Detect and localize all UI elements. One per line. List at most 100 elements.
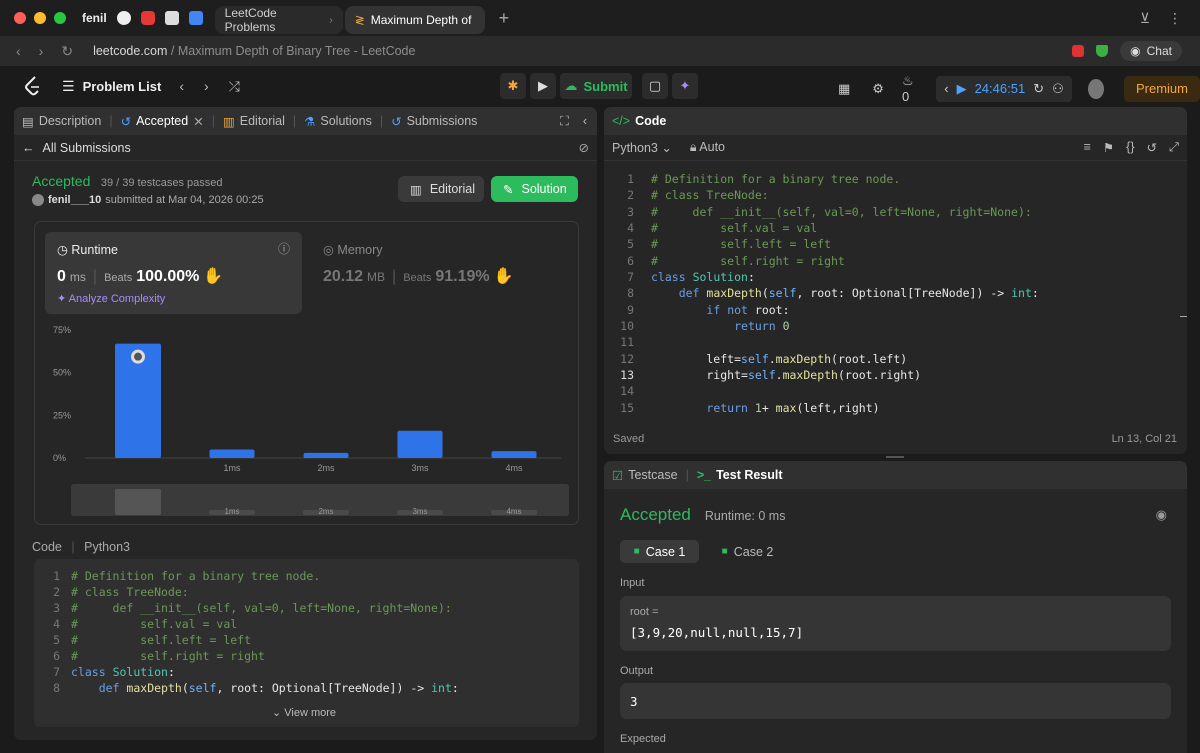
language-select[interactable]: Python3 ⌄ [612, 140, 672, 155]
case-2-tab[interactable]: ■ Case 2 [708, 540, 787, 563]
scrollbar[interactable] [1180, 316, 1187, 317]
streak[interactable]: ♨ 0 [902, 73, 920, 104]
streak-count: 0 [901, 89, 910, 104]
expected-label: Expected [620, 733, 666, 745]
shuffle-icon[interactable]: ⤮ [229, 78, 240, 95]
result-summary: Accepted Runtime: 0 ms [620, 505, 785, 525]
problem-list-button[interactable]: ☰ Problem List [62, 78, 161, 95]
tab-submissions[interactable]: ↺ Submissions [383, 114, 485, 129]
editorial-button[interactable]: ▥ Editorial [398, 176, 484, 202]
status-label: Accepted [32, 173, 91, 189]
user-avatar-face [134, 352, 142, 361]
expand-icon[interactable]: ⤢ [1169, 140, 1179, 155]
url-path: / Maximum Depth of Binary Tree - LeetCod… [167, 44, 416, 58]
testcase-tab[interactable]: ☑ Testcase [604, 468, 686, 483]
chat-button[interactable]: ◉ Chat [1120, 41, 1182, 61]
analyze-complexity-link[interactable]: ✦ Analyze Complexity [57, 292, 165, 305]
editorial-label: Editorial [429, 182, 475, 196]
close-tab-icon[interactable]: ✕ [193, 114, 203, 129]
cloud-upload-icon: ☁ [564, 78, 578, 93]
info-icon[interactable]: ⓘ [278, 240, 290, 257]
share-link-icon[interactable]: ⊘ [579, 140, 589, 155]
code-line: 1 # Definition for a binary tree node. [34, 568, 579, 584]
timer[interactable]: ‹ ▶ 24:46:51 ↻ ⚇ [936, 75, 1072, 102]
reload-icon[interactable]: ↻ [61, 43, 73, 60]
new-tab-icon[interactable]: + [499, 8, 510, 29]
histogram-bar[interactable] [209, 449, 255, 458]
code-header: Code | Python3 [32, 540, 130, 554]
profile-name[interactable]: fenil [82, 11, 107, 25]
youtube-icon[interactable] [140, 11, 155, 25]
histogram-bar[interactable] [303, 452, 349, 458]
format-icon[interactable]: ≡ [1084, 140, 1091, 155]
forward-icon[interactable]: › [39, 43, 44, 60]
runtime-card[interactable]: ◷ Runtime ⓘ 0 ms | Beats 100.00% ✋ ✦ Ana… [45, 232, 302, 314]
editor-code[interactable]: 1 # Definition for a binary tree node. 2 # … [604, 168, 1179, 418]
collapse-icon[interactable]: ‹ [583, 114, 587, 128]
debug-button[interactable]: ✱ [500, 73, 526, 99]
layout-icon[interactable]: ▦ [838, 81, 850, 97]
back-icon[interactable]: ‹ [16, 43, 21, 60]
app-icon[interactable] [164, 11, 179, 25]
editor-line: 1 # Definition for a binary tree node. [604, 171, 1179, 187]
code-panel-header: </> Code [604, 107, 1187, 135]
eye-icon[interactable]: ◉ [1156, 507, 1167, 523]
tab-accepted[interactable]: ↺ Accepted ✕ [113, 114, 212, 129]
url-domain: leetcode.com [93, 44, 168, 58]
notes-button[interactable]: ▢ [642, 73, 668, 99]
minimize-window-button[interactable] [34, 12, 46, 24]
tab-leetcode-problems[interactable]: LeetCode Problems › [214, 6, 343, 34]
description-icon: ▤ [22, 114, 34, 129]
timer-reset-icon[interactable]: ↻ [1033, 81, 1044, 97]
close-window-button[interactable] [14, 12, 26, 24]
tab-description[interactable]: ▤ Description [14, 114, 109, 129]
maximize-window-button[interactable] [54, 12, 66, 24]
bookmark-icon[interactable]: ⚑ [1103, 140, 1114, 155]
minimap-label: 3ms [412, 507, 427, 516]
memory-heading[interactable]: ◎ Memory [323, 242, 383, 257]
avatar[interactable] [1087, 78, 1104, 99]
x-tick-label: 2ms [317, 463, 335, 473]
download-icon[interactable]: ⊻ [1140, 10, 1150, 27]
all-submissions-label: All Submissions [42, 140, 131, 155]
premium-button[interactable]: Premium [1123, 75, 1200, 102]
histogram-bar[interactable] [491, 451, 537, 458]
terminal-icon: >_ [696, 468, 712, 482]
code-label: Code [32, 540, 62, 554]
auto-mode[interactable]: 🔒︎ Auto [690, 140, 725, 155]
runtime-distribution-chart[interactable]: 75% 50% 25% 0% 1ms 2ms 3ms 4ms 1ms 2ms 3ms 4ms [35, 318, 580, 523]
test-result-tab[interactable]: >_ Test Result [689, 468, 791, 482]
leetcode-logo-icon[interactable] [24, 76, 42, 96]
tab-solutions[interactable]: ⚗ Solutions [296, 114, 380, 129]
tab-title: Maximum Depth of Bina [370, 13, 475, 27]
tab-editorial[interactable]: ▥ Editorial [215, 114, 293, 129]
menu-icon[interactable]: ⋮ [1168, 10, 1182, 27]
url-field[interactable]: leetcode.com / Maximum Depth of Binary T… [93, 44, 415, 58]
next-problem-icon[interactable]: › [204, 78, 209, 95]
run-button[interactable]: ▶ [530, 73, 556, 99]
username[interactable]: fenil___10 [48, 194, 101, 206]
submit-button[interactable]: ☁ Submit [560, 73, 632, 99]
histogram-bar[interactable] [397, 430, 443, 458]
prev-problem-icon[interactable]: ‹ [179, 78, 184, 95]
code-tab[interactable]: </> Code [604, 114, 674, 128]
editor-line: 8 def maxDepth(self, root: Optional[Tree… [604, 285, 1179, 301]
shield-icon[interactable] [1096, 45, 1109, 57]
calendar-icon[interactable] [188, 11, 203, 25]
solution-button[interactable]: ✎ Solution [491, 176, 578, 202]
undo-icon[interactable]: ↺ [1147, 140, 1157, 155]
tab-maximum-depth[interactable]: ≷ Maximum Depth of Bina [344, 6, 485, 34]
code-line: 7 class Solution: [34, 664, 579, 680]
braces-icon[interactable]: {} [1126, 140, 1134, 155]
resize-handle[interactable] [886, 456, 904, 458]
github-icon[interactable] [116, 11, 131, 25]
add-friend-icon[interactable]: ⚇ [1052, 81, 1064, 97]
view-more-button[interactable]: ⌄ View more [272, 706, 336, 719]
all-submissions-link[interactable]: ← All Submissions ⊘ [14, 135, 597, 161]
case-1-tab[interactable]: ■ Case 1 [620, 540, 699, 563]
fullscreen-icon[interactable]: ⛶ [560, 114, 569, 129]
settings-gear-icon[interactable]: ⚙ [872, 81, 884, 97]
extension-icon[interactable] [1072, 45, 1085, 57]
ai-button[interactable]: ✦ [672, 73, 698, 99]
browser-tab-bar: fenil LeetCode Problems › ≷ Maximum Dept… [0, 0, 1200, 36]
